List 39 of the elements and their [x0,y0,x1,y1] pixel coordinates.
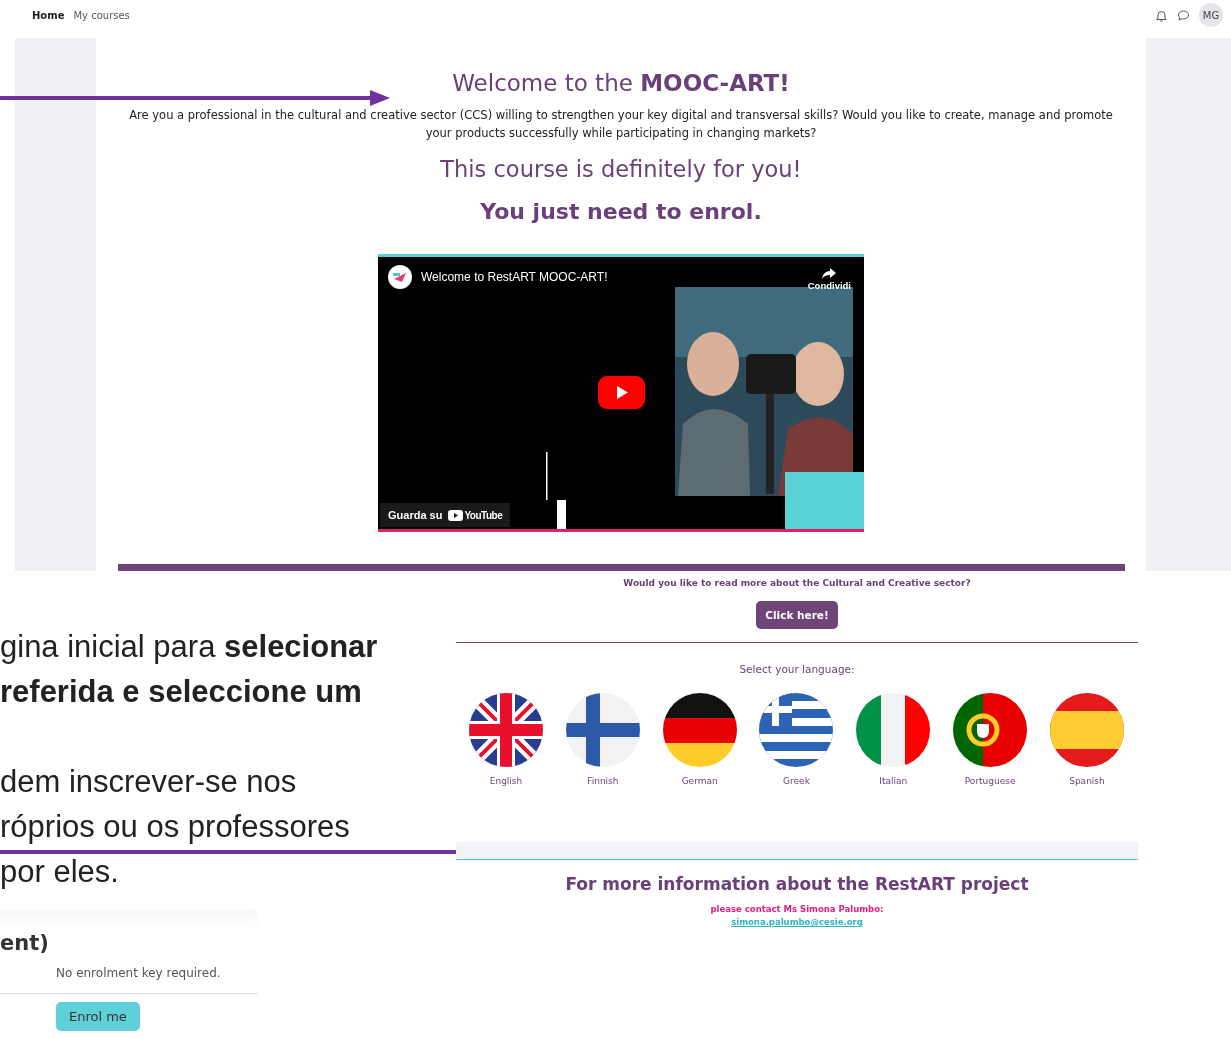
chat-icon[interactable] [1177,8,1190,22]
slide-text-line: por eles. [0,854,119,889]
language-link[interactable]: Portuguese [964,776,1016,786]
bell-icon[interactable] [1155,8,1168,22]
language-prompt: Select your language: [739,663,855,675]
enrolment-note: No enrolment key required. [56,966,222,980]
slide-text-line: referida e seleccione um [0,674,362,709]
play-icon [448,509,464,521]
page-title: Welcome to the MOOC-ART! [452,69,790,97]
flag-icon[interactable] [662,693,737,767]
play-icon[interactable] [598,376,645,409]
slide-text-line: dem inscrever-se nos [0,764,297,799]
question-text: Would you like to read more about the Cultural and Creative sector? [623,578,971,588]
language-link[interactable]: German [681,776,718,786]
enrol-call: You just need to enrol. [480,198,762,226]
info-heading: For more information about the RestART project [565,874,1029,894]
video-player[interactable]: Welcome to RestART MOOC-ART! Condividi Guarda su YouTube [378,254,864,532]
flag-icon[interactable] [953,693,1028,767]
watch-on-button[interactable]: Guarda su YouTube [380,503,511,527]
user-avatar[interactable]: MG [1199,3,1223,27]
intro-paragraph: Are you a professional in the cultural and creative sector (CCS) willing to strengthen your key digital and transversal skills? Would you like to create, manage and promote your products successfully while participating in changing markets? [128,107,1114,142]
language-link[interactable]: English [489,776,523,786]
language-link[interactable]: Italian [879,776,908,786]
enrol-button[interactable]: Enrol me [56,1002,140,1031]
language-link[interactable]: Finnish [587,776,619,786]
language-link[interactable]: Greek [783,776,810,786]
share-icon [821,266,838,280]
channel-logo-icon[interactable] [388,265,412,289]
subtitle: This course is definitely for you! [440,155,802,183]
nav-link[interactable]: My courses [73,9,130,21]
nav-link[interactable]: Home [32,9,65,21]
share-button[interactable]: Condividi [807,266,851,291]
contact-text: please contact Ms Simona Palumbo: [710,904,884,914]
click-here-button[interactable]: Click here! [756,601,838,629]
slide-text-line: róprios ou os professores [0,809,350,844]
slide-text-line: gina inicial para selecionar [0,629,378,664]
video-title[interactable]: Welcome to RestART MOOC-ART! [421,270,608,284]
section-heading: ent) [0,930,50,956]
language-link[interactable]: Spanish [1069,776,1105,786]
